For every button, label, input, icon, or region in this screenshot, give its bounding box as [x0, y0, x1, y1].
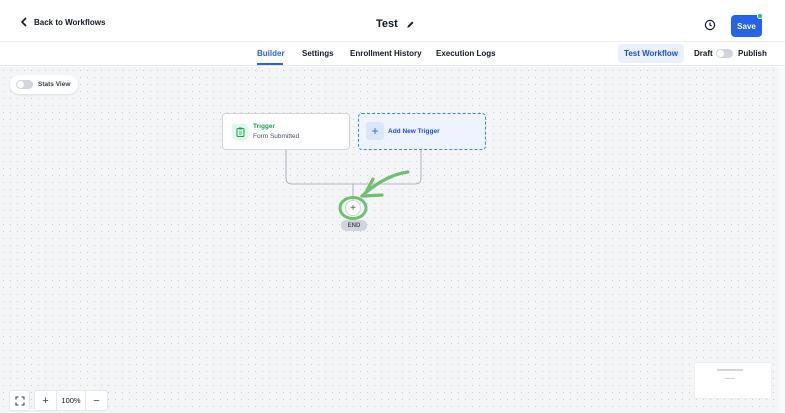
minimap[interactable] [695, 363, 771, 398]
zoom-controls: + 100% − [34, 390, 108, 411]
fit-view-button[interactable] [9, 390, 30, 411]
minimap-node [725, 378, 735, 379]
trigger-card[interactable]: Trigger Form Submitted [222, 113, 350, 150]
connector-lines [285, 150, 422, 220]
clipboard-icon [232, 124, 248, 140]
end-badge: END [341, 220, 367, 231]
minimap-node [717, 369, 743, 371]
add-new-trigger-label: Add New Trigger [388, 128, 440, 135]
zoom-out-button[interactable]: − [86, 391, 107, 410]
zoom-level: 100% [56, 391, 86, 410]
zoom-in-button[interactable]: + [35, 391, 56, 410]
add-new-trigger-card[interactable]: + Add New Trigger [358, 113, 486, 150]
expand-icon [14, 395, 25, 406]
trigger-subtitle: Form Submitted [253, 133, 300, 140]
plus-icon: + [366, 122, 384, 140]
add-step-button[interactable]: + [345, 200, 361, 216]
trigger-title: Trigger [253, 123, 276, 130]
canvas-controls: + 100% − [9, 390, 108, 411]
